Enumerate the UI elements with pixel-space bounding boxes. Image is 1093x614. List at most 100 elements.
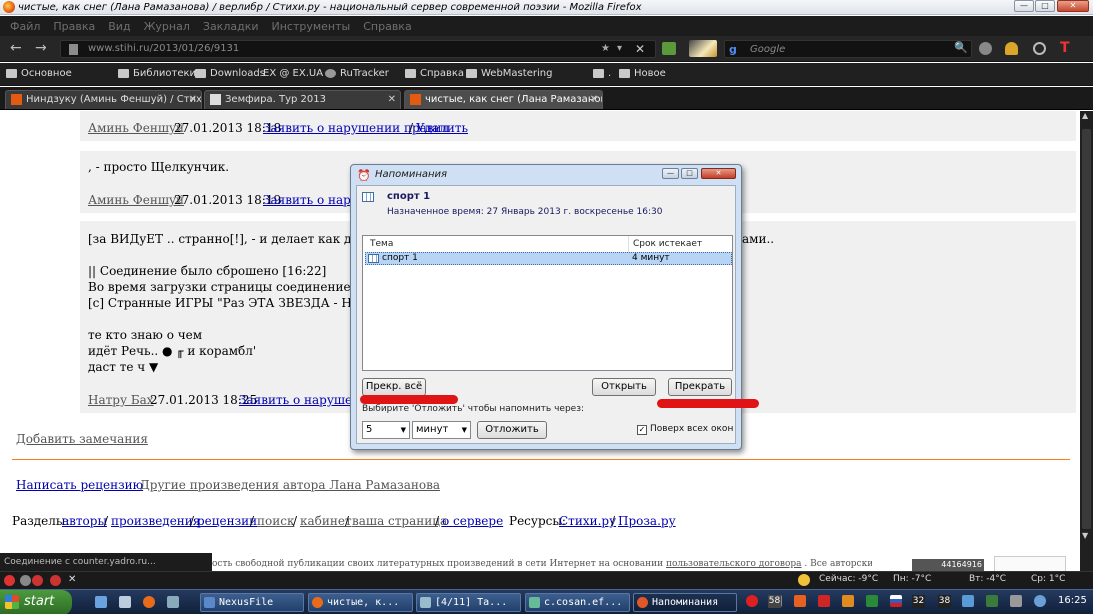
search-bar[interactable]: g Google (724, 40, 972, 58)
tray-app-icon[interactable] (1034, 595, 1046, 607)
resource-link-stihi[interactable]: Стихи.ру (559, 514, 616, 528)
bookmark-new[interactable]: Новое (619, 68, 666, 79)
tray-number[interactable]: 32 (912, 595, 925, 608)
tab-zemfira[interactable]: Земфира. Тур 2013 ✕ (204, 90, 401, 109)
globe-icon[interactable] (979, 42, 992, 55)
weather-now[interactable]: Сейчас: -9°C (819, 574, 878, 584)
tab-close-icon[interactable]: ✕ (590, 91, 598, 108)
hand-icon[interactable] (1005, 42, 1018, 55)
addon-flare-icon[interactable] (689, 40, 717, 57)
tab-chistye-kak-sneg[interactable]: чистые, как снег (Лана Рамазанов... ✕ (404, 90, 603, 109)
taskbar-item-reminders[interactable]: Напоминания (633, 593, 737, 612)
section-link-cabinet[interactable]: кабинет (300, 514, 352, 528)
column-header-due[interactable]: Срок истекает (629, 236, 732, 252)
tray-number[interactable]: 38 (938, 595, 951, 608)
quicklaunch-app-icon[interactable] (119, 596, 131, 608)
bookmark-exua[interactable]: EX @ EX.UA (263, 68, 323, 79)
snooze-amount-select[interactable]: 5 ▼ (362, 421, 410, 439)
bookmark-dot[interactable]: . (593, 68, 611, 79)
start-button[interactable]: start (0, 590, 72, 614)
add-note-link[interactable]: Добавить замечания (16, 432, 148, 446)
menu-history[interactable]: Журнал (144, 20, 190, 33)
bookmark-osnovnoe[interactable]: Основное (6, 68, 72, 79)
opera-tray-icon[interactable] (746, 595, 758, 607)
reminder-list[interactable]: Тема Срок истекает спорт 1 4 минут (362, 235, 733, 371)
show-desktop-icon[interactable] (95, 596, 107, 608)
back-icon[interactable]: ← (10, 41, 22, 55)
section-link-authors[interactable]: авторы (62, 514, 107, 528)
bookmark-libraries[interactable]: Библиотеки (118, 68, 196, 79)
reminder-row[interactable]: спорт 1 4 минут (365, 252, 732, 265)
other-works-link[interactable]: Другие произведения автора Лана Рамазано… (140, 478, 440, 492)
comment-author-link[interactable]: Аминь Феншуй (88, 193, 184, 207)
comment-author-link[interactable]: Натру Бах (88, 393, 154, 407)
liveinternet-badge[interactable] (994, 556, 1066, 572)
smiley-icon[interactable] (798, 574, 810, 586)
scroll-up-icon[interactable]: ▲ (1082, 111, 1088, 120)
sync-icon[interactable] (20, 575, 31, 586)
bookmark-star-icon[interactable]: ★ (601, 43, 610, 54)
weather-monday[interactable]: Пн: -7°C (893, 574, 931, 584)
close-addon-bar-icon[interactable]: ✕ (68, 574, 76, 585)
dialog-minimize-button[interactable]: — (662, 168, 679, 179)
noscript-icon[interactable] (32, 575, 43, 586)
tray-app-icon[interactable] (794, 595, 806, 607)
open-button[interactable]: Открыть (592, 378, 656, 396)
taskbar-item-firefox[interactable]: чистые, к... (308, 593, 413, 612)
resource-link-proza[interactable]: Проза.ру (618, 514, 676, 528)
menu-help[interactable]: Справка (363, 20, 411, 33)
snooze-button[interactable]: Отложить (477, 421, 547, 439)
section-link-your-page[interactable]: ваша страница (352, 514, 447, 528)
bookmark-rutracker[interactable]: RuTracker (325, 68, 389, 79)
minimize-button[interactable]: — (1014, 0, 1034, 12)
dialog-maximize-button[interactable]: □ (681, 168, 698, 179)
weather-tuesday[interactable]: Вт: -4°C (969, 574, 1006, 584)
maximize-button[interactable]: □ (1035, 0, 1055, 12)
menu-bookmarks[interactable]: Закладки (203, 20, 259, 33)
url-bar[interactable]: www.stihi.ru/2013/01/26/9131 ★ ▾ ✕ (60, 40, 656, 58)
always-on-top-checkbox[interactable]: ✓ (637, 425, 647, 435)
bookmark-downloads[interactable]: Downloads (195, 68, 265, 79)
bookmark-help[interactable]: Справка (405, 68, 464, 79)
menu-edit[interactable]: Правка (53, 20, 95, 33)
dismiss-all-button[interactable]: Прекр. всё (362, 378, 426, 396)
quicklaunch-app-icon[interactable] (167, 596, 179, 608)
counter-badge[interactable]: 44164916 (912, 559, 984, 571)
t-addon-icon[interactable]: T (1060, 40, 1070, 56)
menu-view[interactable]: Вид (108, 20, 130, 33)
snooze-unit-select[interactable]: минут ▼ (412, 421, 471, 439)
dialog-close-button[interactable]: ✕ (701, 168, 736, 179)
abp-icon[interactable] (4, 575, 15, 586)
clock[interactable]: 16:25 (1058, 595, 1087, 606)
tray-app-icon[interactable] (818, 595, 830, 607)
language-flag-icon[interactable] (890, 595, 902, 607)
menu-file[interactable]: Файл (10, 20, 40, 33)
page-scrollbar[interactable]: ▲ ▼ (1080, 111, 1093, 571)
forward-icon[interactable]: → (35, 41, 47, 55)
section-link-reviews[interactable]: рецензии (197, 514, 257, 528)
bookmark-webmastering[interactable]: WebMastering (466, 68, 552, 79)
menu-tools[interactable]: Инструменты (272, 20, 351, 33)
tray-number[interactable]: 58 (768, 595, 781, 608)
section-link-about[interactable]: о сервере (442, 514, 503, 528)
section-link-works[interactable]: произведения (111, 514, 200, 528)
search-icon[interactable]: 🔍 (954, 41, 968, 54)
column-header-subject[interactable]: Тема (363, 236, 629, 252)
dismiss-button[interactable]: Прекрать (668, 378, 732, 396)
write-review-link[interactable]: Написать рецензию (16, 478, 143, 492)
volume-icon[interactable] (1010, 595, 1022, 607)
scroll-thumb[interactable] (1082, 129, 1091, 529)
download-icon[interactable] (662, 42, 676, 55)
section-link-search[interactable]: поиск (257, 514, 294, 528)
url-dropdown-icon[interactable]: ▾ (617, 43, 622, 54)
delete-link[interactable]: Удалить (416, 121, 468, 135)
comment-author-link[interactable]: Аминь Феншуй (88, 121, 184, 135)
tab-nindzuku[interactable]: Ниндзуку (Аминь Феншуй) / Стих... ✕ (5, 90, 202, 109)
tray-app-icon[interactable] (986, 595, 998, 607)
stop-icon[interactable]: ✕ (635, 42, 645, 56)
tray-app-icon[interactable] (842, 595, 854, 607)
close-window-button[interactable]: ✕ (1057, 0, 1089, 12)
weather-wednesday[interactable]: Ср: 1°C (1031, 574, 1065, 584)
power-icon[interactable] (1033, 42, 1046, 55)
tab-close-icon[interactable]: ✕ (189, 91, 197, 108)
